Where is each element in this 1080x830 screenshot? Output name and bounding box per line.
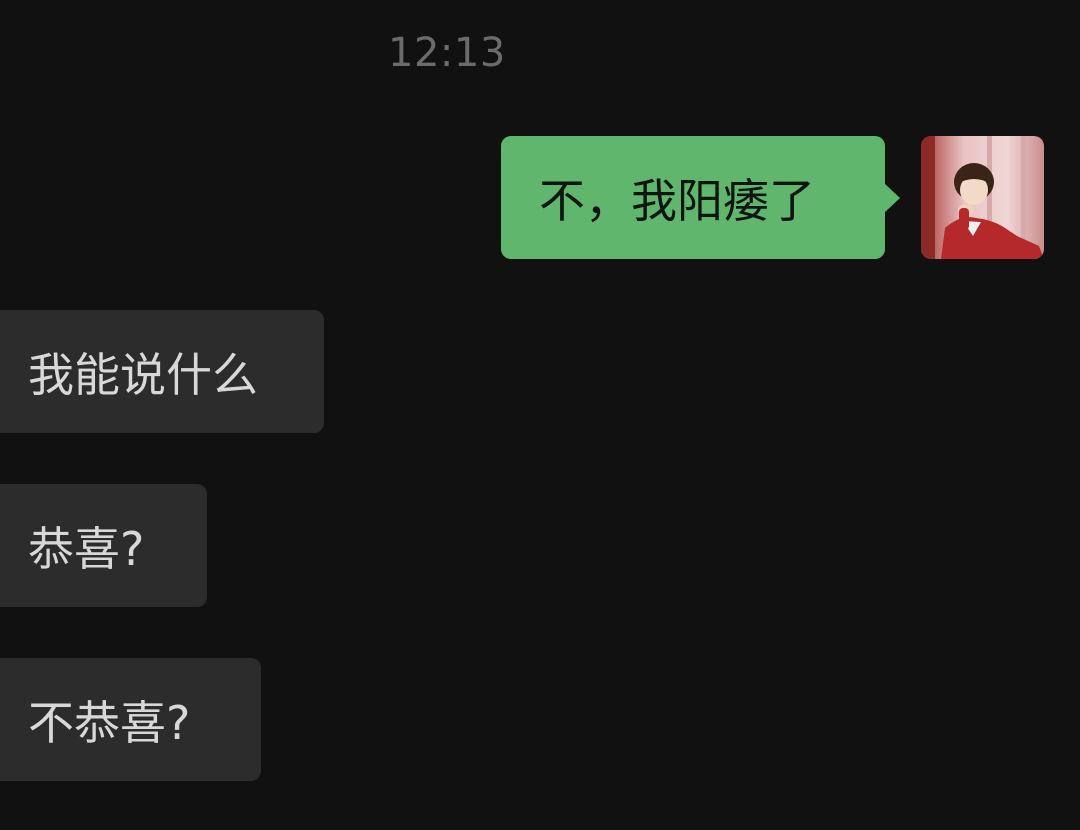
incoming-message-text: 不恭喜? <box>28 695 191 750</box>
outgoing-message-bubble[interactable]: 不，我阳痿了 <box>501 136 900 259</box>
outgoing-message-text: 不，我阳痿了 <box>539 173 815 228</box>
incoming-message-text: 恭喜? <box>28 521 145 576</box>
incoming-message-text: 我能说什么 <box>28 347 258 402</box>
incoming-message-bubble[interactable]: 不恭喜? <box>0 658 261 781</box>
avatar-photo-icon <box>921 136 1044 259</box>
incoming-message-bubble[interactable]: 我能说什么 <box>0 310 324 433</box>
incoming-message-bubble[interactable]: 恭喜? <box>0 484 207 607</box>
chat-screen: 12:13 不，我阳痿了 我能说什么 恭喜? 不恭喜? <box>0 0 1080 830</box>
user-avatar[interactable] <box>921 136 1044 259</box>
message-timestamp: 12:13 <box>388 30 506 76</box>
